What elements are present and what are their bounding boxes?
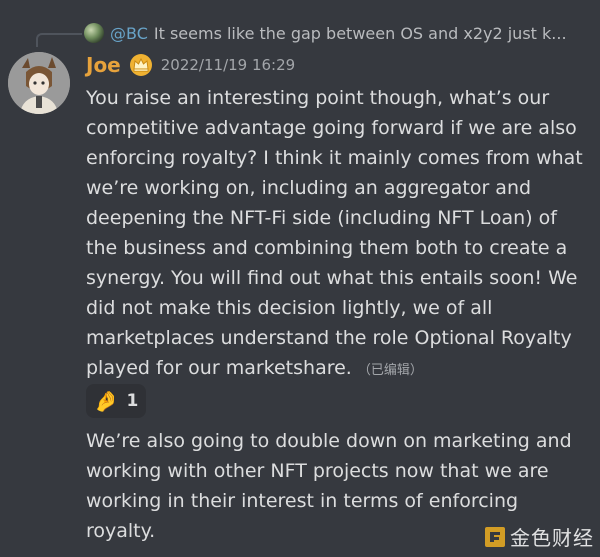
reply-snippet[interactable]: It seems like the gap between OS and x2y…: [154, 24, 567, 43]
message-header: Joe 2022/11/19 16:29: [86, 53, 295, 77]
reaction-count: 1: [126, 391, 139, 411]
pinched-fingers-emoji-icon: 🤌: [93, 389, 119, 413]
timestamp: 2022/11/19 16:29: [160, 56, 296, 74]
edited-label: （已编辑）: [357, 363, 423, 378]
reply-avatar: [84, 23, 104, 43]
avatar[interactable]: [8, 52, 70, 114]
avatar-image: [8, 52, 70, 114]
message-text: You raise an interesting point though, w…: [86, 87, 583, 379]
reply-username[interactable]: @BC: [110, 24, 148, 43]
crown-icon: [129, 54, 152, 76]
reaction-button[interactable]: 🤌 1: [86, 384, 146, 418]
watermark-text: 金色财经: [510, 526, 594, 550]
reply-preview[interactable]: @BC It seems like the gap between OS and…: [84, 20, 594, 46]
reply-connector: [36, 33, 82, 47]
username[interactable]: Joe: [86, 53, 121, 77]
message-content: You raise an interesting point though, w…: [86, 83, 586, 386]
watermark: 金色财经: [484, 522, 594, 551]
jinse-logo-icon: [485, 526, 505, 547]
